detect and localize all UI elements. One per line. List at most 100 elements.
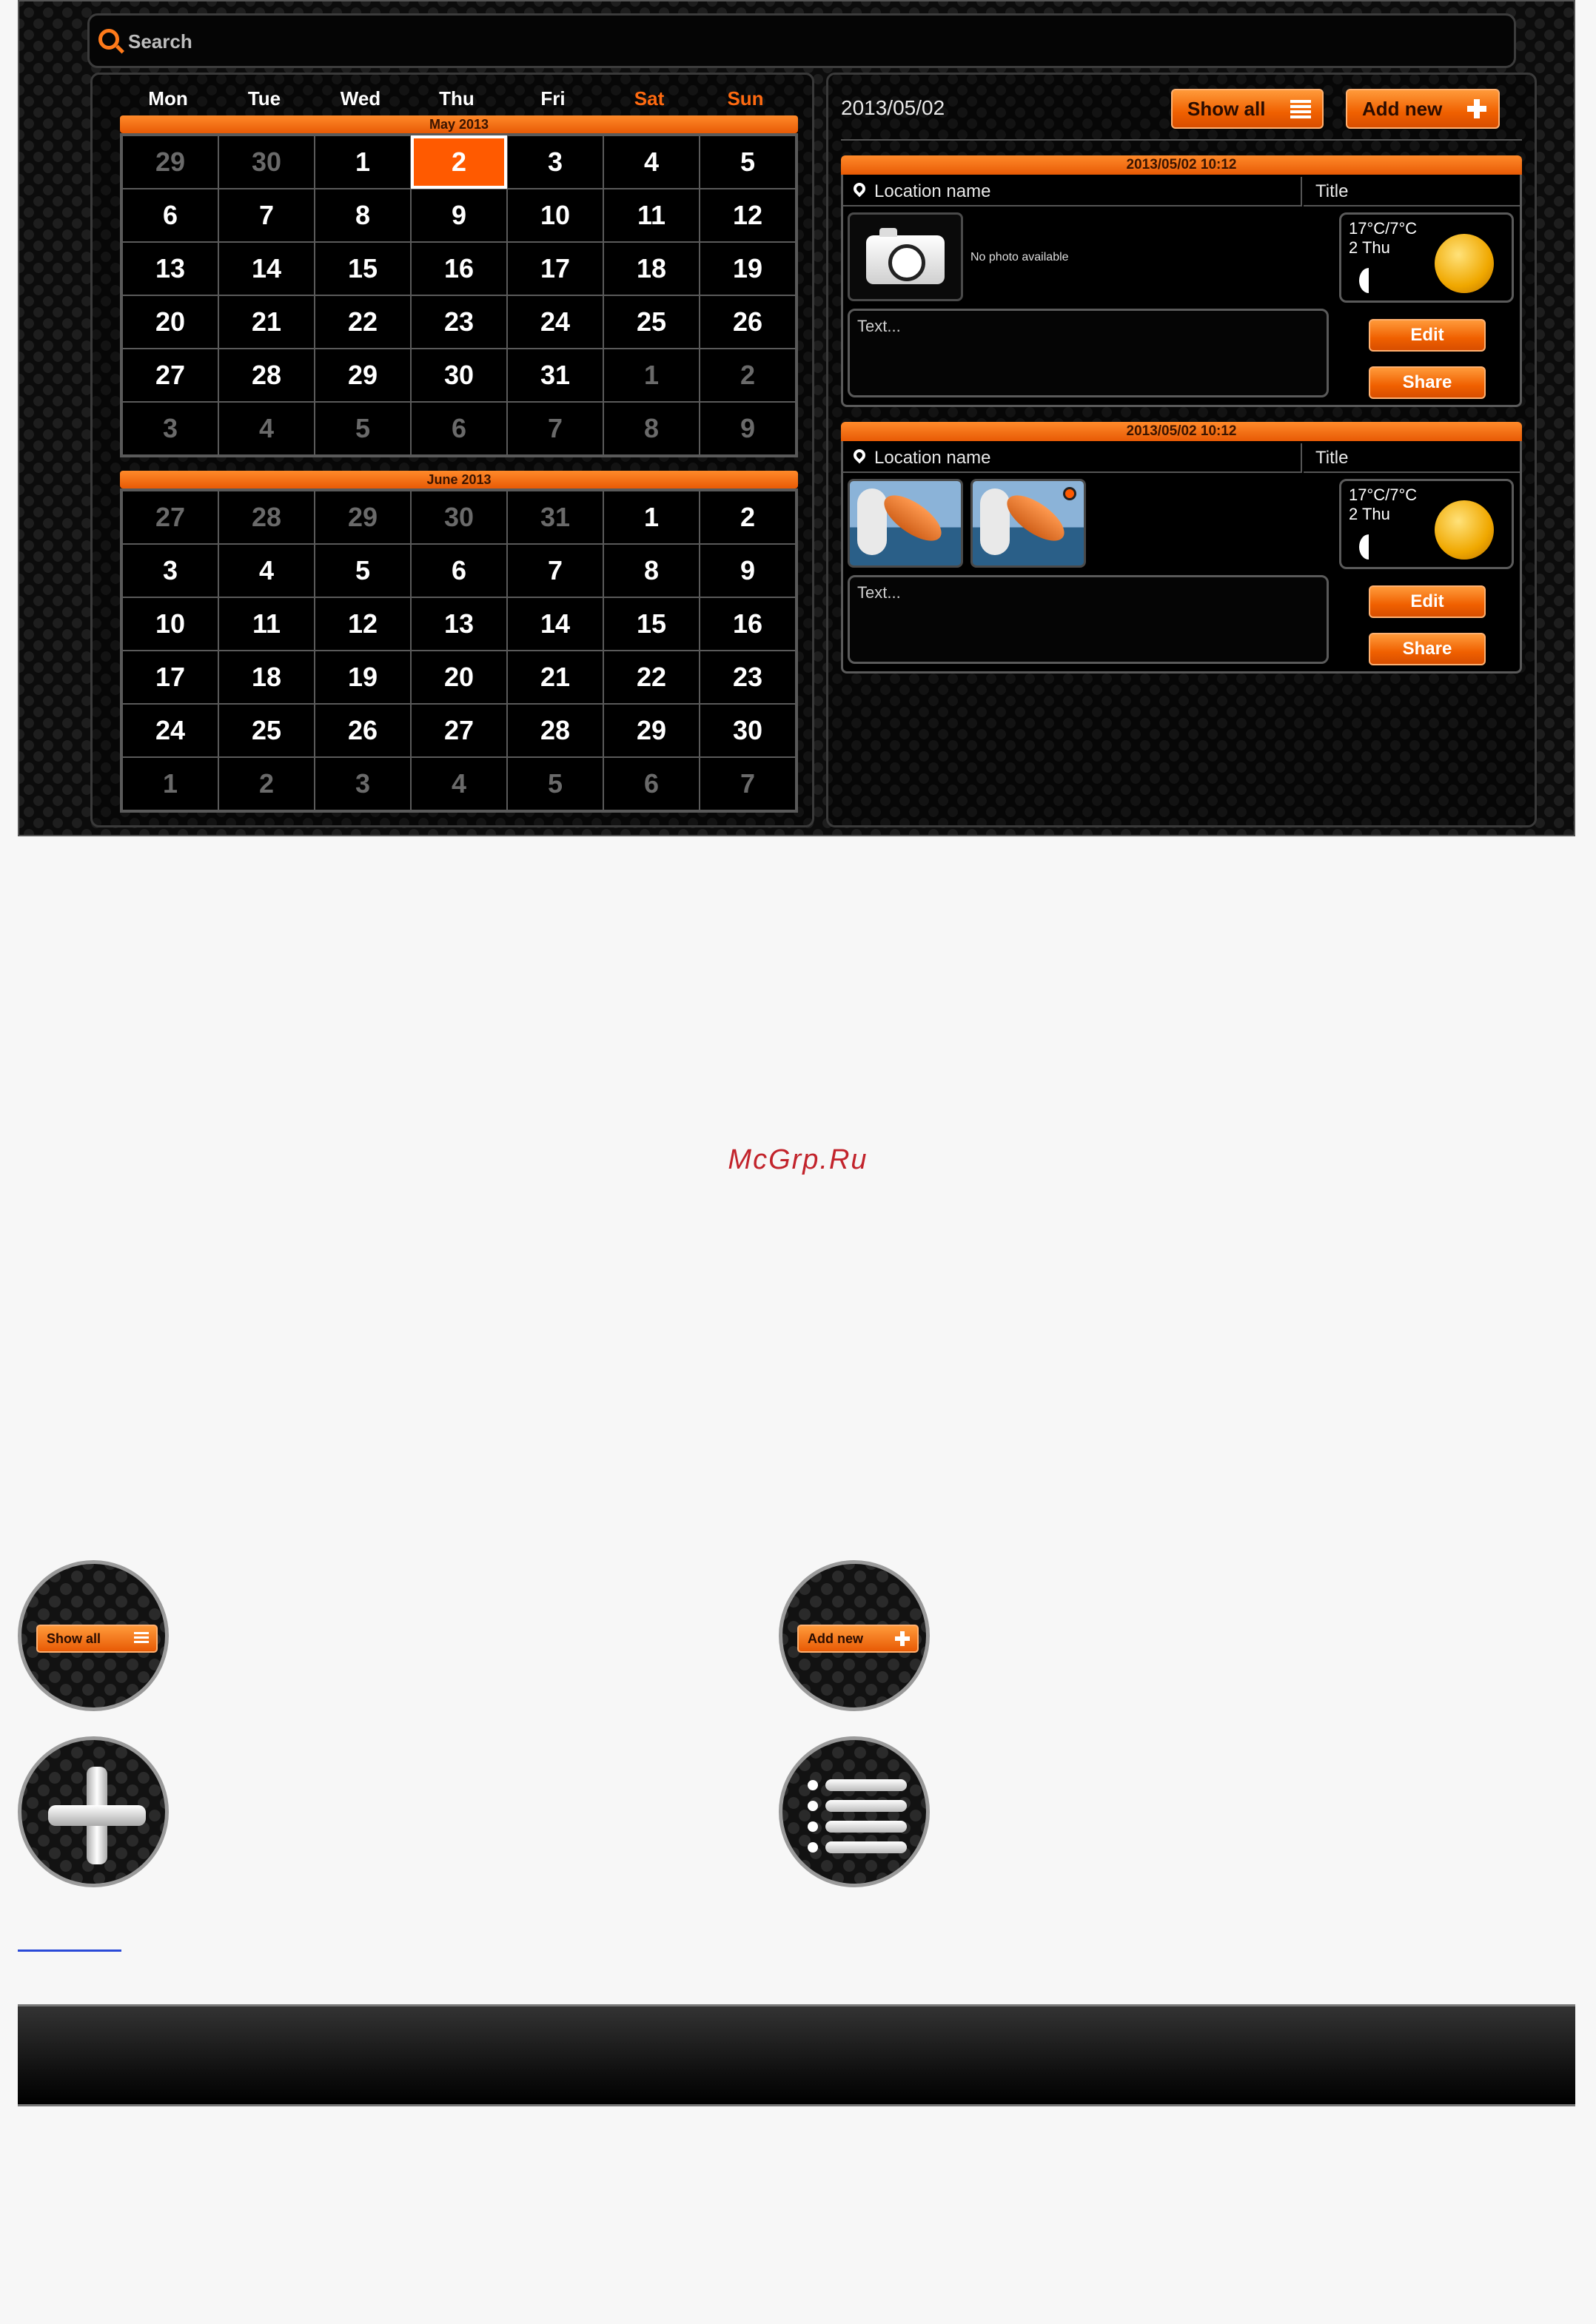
calendar-day[interactable]: 16 <box>700 597 796 651</box>
calendar-day[interactable]: 8 <box>603 402 700 455</box>
calendar-day[interactable]: 6 <box>411 544 507 597</box>
calendar-day[interactable]: 4 <box>218 402 315 455</box>
entry-card[interactable]: 2013/05/02 10:12 Location name Title 17°… <box>841 422 1522 674</box>
calendar-day[interactable]: 29 <box>315 491 411 544</box>
calendar-day[interactable]: 9 <box>700 402 796 455</box>
calendar-day[interactable]: 4 <box>603 135 700 189</box>
calendar-day[interactable]: 3 <box>315 757 411 810</box>
calendar-day[interactable]: 15 <box>603 597 700 651</box>
calendar-day[interactable]: 6 <box>122 189 218 242</box>
calendar-day[interactable]: 27 <box>411 704 507 757</box>
edit-button[interactable]: Edit <box>1369 585 1486 618</box>
title-field[interactable]: Title <box>1304 443 1520 473</box>
calendar-day[interactable]: 24 <box>122 704 218 757</box>
calendar-day[interactable]: 2 <box>700 349 796 402</box>
calendar-day[interactable]: 25 <box>603 295 700 349</box>
calendar-day[interactable]: 31 <box>507 491 603 544</box>
calendar-day[interactable]: 11 <box>218 597 315 651</box>
calendar-day[interactable]: 1 <box>603 349 700 402</box>
calendar-day[interactable]: 2 <box>700 491 796 544</box>
calendar-day[interactable]: 12 <box>315 597 411 651</box>
location-field[interactable]: Location name <box>843 443 1302 473</box>
calendar-day[interactable]: 5 <box>315 402 411 455</box>
calendar-day[interactable]: 7 <box>507 544 603 597</box>
calendar-day[interactable]: 5 <box>700 135 796 189</box>
calendar-day[interactable]: 19 <box>700 242 796 295</box>
calendar-day[interactable]: 7 <box>700 757 796 810</box>
calendar-day[interactable]: 30 <box>218 135 315 189</box>
calendar-day[interactable]: 30 <box>700 704 796 757</box>
calendar-day[interactable]: 14 <box>507 597 603 651</box>
camera-icon[interactable] <box>848 212 963 301</box>
calendar-day[interactable]: 23 <box>700 651 796 704</box>
calendar-day[interactable]: 8 <box>603 544 700 597</box>
add-new-button[interactable]: Add new <box>1346 89 1500 129</box>
calendar-day[interactable]: 30 <box>411 491 507 544</box>
calendar-day[interactable]: 22 <box>603 651 700 704</box>
calendar-day[interactable]: 4 <box>411 757 507 810</box>
calendar-day[interactable]: 18 <box>218 651 315 704</box>
calendar-day[interactable]: 31 <box>507 349 603 402</box>
calendar-day[interactable]: 12 <box>700 189 796 242</box>
calendar-day[interactable]: 30 <box>411 349 507 402</box>
calendar-day[interactable]: 24 <box>507 295 603 349</box>
calendar-day[interactable]: 14 <box>218 242 315 295</box>
show-all-button[interactable]: Show all <box>36 1625 158 1653</box>
show-all-button[interactable]: Show all <box>1171 89 1324 129</box>
calendar-day[interactable]: 8 <box>315 189 411 242</box>
share-button[interactable]: Share <box>1369 633 1486 665</box>
calendar-day[interactable]: 1 <box>122 757 218 810</box>
calendar-day[interactable]: 5 <box>315 544 411 597</box>
calendar-day[interactable]: 23 <box>411 295 507 349</box>
calendar-day[interactable]: 27 <box>122 491 218 544</box>
calendar-day[interactable]: 26 <box>700 295 796 349</box>
photo-thumbnail[interactable] <box>848 479 963 568</box>
edit-button[interactable]: Edit <box>1369 319 1486 352</box>
entry-card[interactable]: 2013/05/02 10:12 Location name Title No … <box>841 155 1522 407</box>
calendar-day[interactable]: 17 <box>122 651 218 704</box>
calendar-day[interactable]: 7 <box>507 402 603 455</box>
calendar-day[interactable]: 18 <box>603 242 700 295</box>
calendar-day[interactable]: 27 <box>122 349 218 402</box>
calendar-day[interactable]: 11 <box>603 189 700 242</box>
calendar-day[interactable]: 28 <box>507 704 603 757</box>
calendar-day[interactable]: 6 <box>411 402 507 455</box>
calendar-day[interactable]: 28 <box>218 491 315 544</box>
calendar-day-selected[interactable]: 2 <box>411 135 507 189</box>
calendar-day[interactable]: 25 <box>218 704 315 757</box>
calendar-day[interactable]: 2 <box>218 757 315 810</box>
entry-text-field[interactable]: Text... <box>848 575 1329 664</box>
calendar-day[interactable]: 29 <box>315 349 411 402</box>
calendar-day[interactable]: 1 <box>315 135 411 189</box>
calendar-day[interactable]: 10 <box>122 597 218 651</box>
calendar-day[interactable]: 9 <box>411 189 507 242</box>
calendar-day[interactable]: 1 <box>603 491 700 544</box>
calendar-day[interactable]: 20 <box>122 295 218 349</box>
calendar-day[interactable]: 22 <box>315 295 411 349</box>
calendar-day[interactable]: 9 <box>700 544 796 597</box>
title-field[interactable]: Title <box>1304 177 1520 206</box>
calendar-day[interactable]: 6 <box>603 757 700 810</box>
calendar-day[interactable]: 28 <box>218 349 315 402</box>
share-button[interactable]: Share <box>1369 366 1486 399</box>
calendar-day[interactable]: 19 <box>315 651 411 704</box>
delete-photo-icon[interactable] <box>1063 487 1076 500</box>
calendar-day[interactable]: 26 <box>315 704 411 757</box>
photo-thumbnail[interactable] <box>970 479 1086 568</box>
location-field[interactable]: Location name <box>843 177 1302 206</box>
calendar-day[interactable]: 29 <box>603 704 700 757</box>
calendar-day[interactable]: 15 <box>315 242 411 295</box>
calendar-day[interactable]: 5 <box>507 757 603 810</box>
search-input[interactable]: Search <box>128 30 192 53</box>
calendar-day[interactable]: 29 <box>122 135 218 189</box>
hyperlink-underline[interactable] <box>18 1949 121 1952</box>
calendar-day[interactable]: 3 <box>122 544 218 597</box>
calendar-day[interactable]: 21 <box>507 651 603 704</box>
calendar-day[interactable]: 4 <box>218 544 315 597</box>
calendar-day[interactable]: 10 <box>507 189 603 242</box>
calendar-day[interactable]: 17 <box>507 242 603 295</box>
calendar-day[interactable]: 3 <box>507 135 603 189</box>
entry-text-field[interactable]: Text... <box>848 309 1329 397</box>
add-new-button[interactable]: Add new <box>797 1625 919 1653</box>
calendar-day[interactable]: 13 <box>411 597 507 651</box>
